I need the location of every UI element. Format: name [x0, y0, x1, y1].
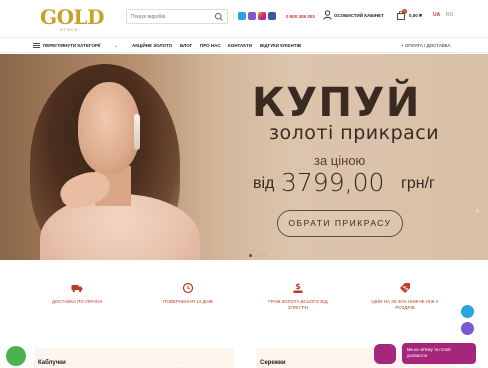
slider-dot[interactable] [256, 254, 259, 257]
feature-gold-price: $ ГРАМ ЗОЛОТА ВСЬОГО ВІД 3799 ГРН [263, 282, 333, 322]
chat-message-bubble[interactable]: Ми на зв'язку та готові допомогти [402, 343, 476, 364]
hero-banner: КУПУЙ золоті прикраси за ціною від 3799,… [0, 54, 488, 260]
slider-dot[interactable] [221, 254, 224, 257]
site-header: GOLD STOCK 0 800 309 303 ОСОБИСТИЙ КАБІН… [0, 0, 488, 36]
category-title: Сережки [260, 360, 286, 366]
gold-dollar-icon: $ [293, 282, 303, 293]
cart-count-badge: 0 [402, 9, 407, 14]
slider-dot[interactable] [263, 254, 266, 257]
slider-dot[interactable] [249, 254, 252, 257]
categories-toggle[interactable]: ПЕРЕГЛЯНУТИ КАТЕГОРІЇ [43, 43, 100, 48]
phone-number[interactable]: 0 800 309 303 [286, 14, 315, 19]
return-clock-icon [182, 282, 194, 294]
slider-dot[interactable] [214, 254, 217, 257]
cart-button[interactable]: 0 0,00 ₴ [397, 9, 431, 22]
main-nav: ПЕРЕГЛЯНУТИ КАТЕГОРІЇ ⌄ АКЦІЙНЕ ЗОЛОТО Б… [0, 37, 488, 53]
telegram-icon[interactable] [238, 12, 246, 20]
feature-label: ГРАМ ЗОЛОТА ВСЬОГО ВІД 3799 ГРН [268, 299, 328, 310]
hero-price-from: від [253, 175, 275, 192]
nav-link-payment[interactable]: + ОПЛАТА І ДОСТАВКА [401, 43, 450, 48]
user-icon [323, 10, 332, 20]
slider-dot[interactable] [228, 254, 231, 257]
category-title: Каблучки [38, 360, 66, 366]
hero-cta-button[interactable]: ОБРАТИ ПРИКРАСУ [277, 210, 403, 237]
nav-link-contacts[interactable]: КОНТАКТИ [228, 43, 252, 48]
account-label: ОСОБИСТИЙ КАБІНЕТ [334, 13, 384, 18]
nav-link-blog[interactable]: БЛОГ [180, 43, 192, 48]
feature-label: ДОСТАВКА ПО УКРАЇНІ [51, 299, 103, 304]
viber-side-button[interactable] [461, 322, 474, 335]
hero-price-prefix: за ціною [314, 153, 366, 168]
feature-delivery: ДОСТАВКА ПО УКРАЇНІ [42, 282, 112, 322]
feature-label: ПОВЕРНЕННЯ 14 ДНІВ [163, 299, 213, 304]
search-box [126, 9, 228, 24]
site-logo[interactable]: GOLD STOCK [36, 5, 106, 33]
viber-icon[interactable] [248, 12, 256, 20]
truck-icon [71, 285, 83, 293]
lang-ua[interactable]: UA [433, 12, 440, 18]
hero-price-unit: грн/г [401, 175, 435, 192]
account-link[interactable]: ОСОБИСТИЙ КАБІНЕТ [323, 10, 395, 22]
hamburger-icon [33, 43, 40, 48]
feature-label: ЦІНИ НА 30-40% НИЖЧЕ НІЖ У РОЗДРІБ [371, 299, 439, 310]
search-icon[interactable] [214, 12, 224, 22]
hero-headline: КУПУЙ [252, 80, 421, 126]
slider-dot[interactable] [242, 254, 245, 257]
chat-widget-button[interactable] [374, 344, 396, 364]
logo-subtitle: STOCK [60, 27, 79, 32]
search-input[interactable] [131, 12, 215, 22]
slider-dot[interactable] [235, 254, 238, 257]
facebook-icon[interactable] [268, 12, 276, 20]
category-card-rings[interactable]: Каблучки ◦◦ [34, 348, 234, 368]
instagram-icon[interactable] [258, 12, 266, 20]
hero-subheadline: золоті прикраси [268, 122, 440, 144]
percent-tag-icon: % [400, 283, 410, 293]
nav-link-about[interactable]: ПРО НАС [200, 43, 221, 48]
hero-model-face [78, 82, 140, 174]
hero-price: 3799,00 [281, 168, 385, 197]
whatsapp-button[interactable] [6, 346, 26, 366]
ring-icon: ◦◦ [180, 360, 183, 365]
nav-link-sale-gold[interactable]: АКЦІЙНЕ ЗОЛОТО [132, 43, 172, 48]
lang-ru[interactable]: RU [446, 12, 453, 18]
logo-wordmark: GOLD [40, 5, 104, 29]
svg-text:%: % [403, 286, 408, 292]
cart-total: 0,00 ₴ [409, 13, 423, 18]
svg-text:$: $ [295, 282, 301, 291]
nav-link-reviews[interactable]: ВІДГУКИ КЛІЄНТІВ [260, 43, 301, 48]
chevron-down-icon[interactable]: ⌄ [114, 43, 118, 49]
feature-returns: ПОВЕРНЕННЯ 14 ДНІВ [153, 282, 223, 322]
telegram-side-button[interactable] [461, 305, 474, 318]
slider-next-arrow[interactable]: › [476, 206, 479, 215]
hero-earring [134, 114, 140, 150]
feature-discount: % ЦІНИ НА 30-40% НИЖЧЕ НІЖ У РОЗДРІБ [370, 282, 440, 322]
